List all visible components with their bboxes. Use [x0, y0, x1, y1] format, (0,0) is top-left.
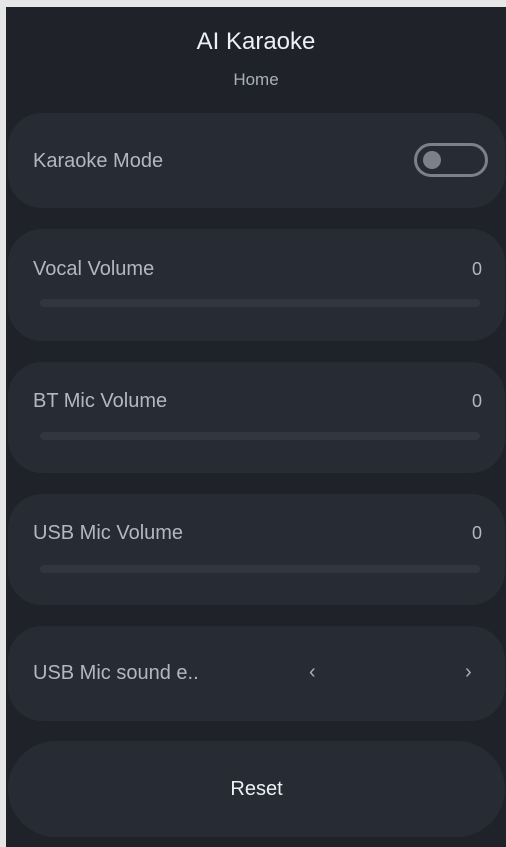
usb-mic-volume-value: 0: [471, 523, 482, 543]
usb-mic-volume-label: USB Mic Volume: [33, 522, 184, 544]
chevron-left-icon[interactable]: ‹: [309, 660, 316, 684]
bt-mic-volume-label: BT Mic Volume: [33, 390, 168, 412]
bt-mic-volume-card: BT Mic Volume 0: [8, 362, 505, 473]
bt-mic-volume-slider[interactable]: [40, 432, 480, 440]
vocal-volume-slider[interactable]: [40, 299, 480, 307]
reset-button-label: Reset: [230, 778, 283, 800]
usb-mic-volume-card: USB Mic Volume 0: [8, 494, 505, 605]
usb-mic-sound-effect-label: USB Mic sound e..: [33, 662, 199, 684]
app-screen: AI Karaoke Home Karaoke Mode Vocal Volum…: [6, 7, 506, 847]
app-title: AI Karaoke: [196, 28, 316, 55]
chevron-right-icon[interactable]: ›: [465, 660, 472, 684]
karaoke-mode-label: Karaoke Mode: [33, 150, 164, 172]
karaoke-mode-card: Karaoke Mode: [8, 113, 505, 208]
toggle-knob: [423, 151, 441, 169]
page-subtitle: Home: [233, 70, 279, 89]
bt-mic-volume-value: 0: [471, 391, 482, 411]
vocal-volume-card: Vocal Volume 0: [8, 229, 505, 341]
vocal-volume-label: Vocal Volume: [33, 258, 155, 280]
vocal-volume-value: 0: [471, 259, 482, 279]
usb-mic-volume-slider[interactable]: [40, 565, 480, 573]
reset-button[interactable]: Reset: [8, 741, 505, 837]
usb-mic-sound-effect-card: USB Mic sound e.. ‹ ›: [8, 626, 505, 721]
karaoke-mode-toggle[interactable]: [414, 143, 488, 177]
